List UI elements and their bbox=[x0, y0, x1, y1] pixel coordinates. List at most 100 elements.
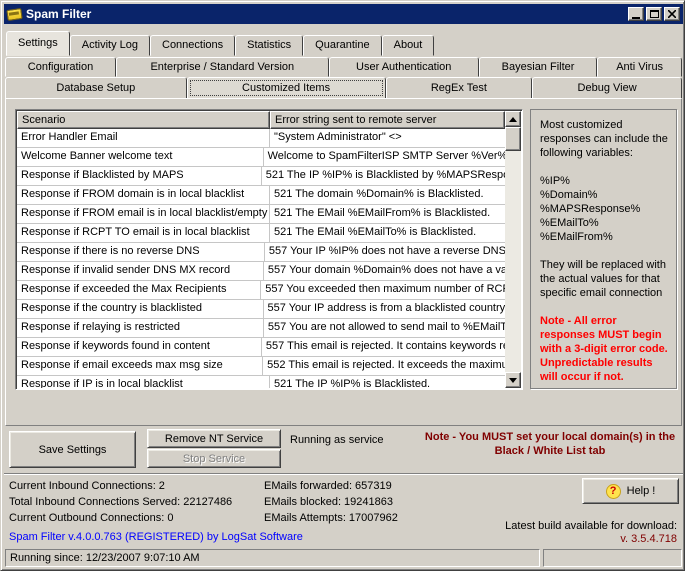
question-mark-icon: ? bbox=[606, 484, 621, 499]
cell-scenario: Response if Blacklisted by MAPS bbox=[17, 167, 262, 185]
statusbar-running-since: Running since: 12/23/2007 9:07:10 AM bbox=[5, 549, 540, 567]
tab-configuration[interactable]: Configuration bbox=[5, 57, 116, 77]
cell-response: 557 Your IP %IP% does not have a reverse… bbox=[265, 243, 505, 261]
settings-tab-bar-row1: Configuration Enterprise / Standard Vers… bbox=[5, 57, 682, 77]
table-row[interactable]: Response if email exceeds max msg size55… bbox=[17, 357, 505, 376]
window-title: Spam Filter bbox=[26, 7, 91, 21]
latest-build-label: Latest build available for download: bbox=[505, 520, 677, 532]
stat-value: 657319 bbox=[355, 480, 392, 492]
table-row[interactable]: Response if FROM email is in local black… bbox=[17, 205, 505, 224]
cell-response: 552 This email is rejected. It exceeds t… bbox=[263, 357, 505, 375]
cell-response: 557 This email is rejected. It contains … bbox=[262, 338, 505, 356]
stop-service-button[interactable]: Stop Service bbox=[147, 449, 281, 468]
stat-value: 0 bbox=[167, 512, 173, 524]
table-row[interactable]: Welcome Banner welcome textWelcome to Sp… bbox=[17, 148, 505, 167]
cell-response: 521 The EMail %EMailTo% is Blacklisted. bbox=[270, 224, 505, 242]
statusbar-empty-panel bbox=[543, 549, 682, 567]
tab-connections[interactable]: Connections bbox=[150, 35, 235, 56]
cell-response: 557 Your domain %Domain% does not have a… bbox=[264, 262, 505, 280]
scroll-thumb[interactable] bbox=[505, 127, 521, 151]
tab-customized-items[interactable]: Customized Items bbox=[187, 77, 386, 99]
table-row[interactable]: Response if relaying is restricted557 Yo… bbox=[17, 319, 505, 338]
tab-database-setup[interactable]: Database Setup bbox=[5, 77, 187, 99]
scroll-down-button[interactable] bbox=[505, 372, 521, 388]
cell-scenario: Response if IP is in local blacklist bbox=[17, 376, 270, 388]
cell-response: Welcome to SpamFilterISP SMTP Server %Ve… bbox=[264, 148, 505, 166]
table-row[interactable]: Error Handler Email"System Administrator… bbox=[17, 129, 505, 148]
tab-user-authentication[interactable]: User Authentication bbox=[329, 57, 479, 77]
tab-regex-test[interactable]: RegEx Test bbox=[386, 77, 533, 99]
stat-value: 2 bbox=[159, 480, 165, 492]
app-version-link[interactable]: Spam Filter v.4.0.0.763 (REGISTERED) by … bbox=[9, 531, 303, 543]
table-row[interactable]: Response if exceeded the Max Recipients5… bbox=[17, 281, 505, 300]
tab-enterprise-standard-version[interactable]: Enterprise / Standard Version bbox=[116, 57, 329, 77]
stat-emails-attempts: EMails Attempts:17007962 bbox=[264, 512, 398, 524]
table-row[interactable]: Response if IP is in local blacklist521 … bbox=[17, 376, 505, 388]
maximize-button[interactable] bbox=[646, 7, 662, 21]
table-row[interactable]: Response if RCPT TO email is in local bl… bbox=[17, 224, 505, 243]
table-row[interactable]: Response if keywords found in content557… bbox=[17, 338, 505, 357]
variable-mapsresponse: %MAPSResponse% bbox=[540, 202, 670, 216]
variables-info-panel: Most customized responses can include th… bbox=[530, 109, 677, 389]
tab-quarantine[interactable]: Quarantine bbox=[303, 35, 381, 56]
local-domain-note: Note - You MUST set your local domain(s)… bbox=[421, 430, 679, 458]
stat-label: EMails blocked: bbox=[264, 496, 341, 508]
help-button[interactable]: ? Help ! bbox=[582, 478, 679, 504]
minimize-button[interactable] bbox=[628, 7, 644, 21]
cell-scenario: Response if relaying is restricted bbox=[17, 319, 264, 337]
cell-response: 521 The EMail %EMailFrom% is Blacklisted… bbox=[270, 205, 505, 223]
cell-response: "System Administrator" <> bbox=[270, 129, 505, 147]
vertical-scrollbar[interactable] bbox=[505, 111, 521, 388]
table-row[interactable]: Response if Blacklisted by MAPS521 The I… bbox=[17, 167, 505, 186]
cell-response: 521 The IP %IP% is Blacklisted. bbox=[270, 376, 505, 388]
tab-activity-log[interactable]: Activity Log bbox=[70, 35, 150, 56]
cell-response: 557 You exceeded then maximum number of … bbox=[261, 281, 505, 299]
cell-scenario: Response if RCPT TO email is in local bl… bbox=[17, 224, 270, 242]
tab-statistics[interactable]: Statistics bbox=[235, 35, 303, 56]
tab-settings[interactable]: Settings bbox=[6, 31, 70, 56]
scroll-down-icon bbox=[509, 378, 517, 383]
settings-tab-bar-row2: Database Setup Customized Items RegEx Te… bbox=[5, 77, 682, 99]
scroll-up-icon bbox=[509, 117, 517, 122]
close-button[interactable] bbox=[664, 7, 680, 21]
scroll-track[interactable] bbox=[505, 127, 521, 372]
variable-emailfrom: %EMailFrom% bbox=[540, 230, 670, 244]
save-settings-button[interactable]: Save Settings bbox=[9, 431, 136, 468]
column-header-error-string[interactable]: Error string sent to remote server bbox=[270, 111, 505, 129]
maximize-icon bbox=[650, 10, 659, 18]
help-label: Help ! bbox=[627, 485, 656, 497]
stat-label: EMails Attempts: bbox=[264, 512, 346, 524]
cell-scenario: Response if the country is blacklisted bbox=[17, 300, 264, 318]
cell-scenario: Response if invalid sender DNS MX record bbox=[17, 262, 264, 280]
cell-scenario: Response if there is no reverse DNS bbox=[17, 243, 265, 261]
cell-response: 521 The domain %Domain% is Blacklisted. bbox=[270, 186, 505, 204]
main-tab-bar: Settings Activity Log Connections Statis… bbox=[6, 29, 434, 56]
variable-emailto: %EMailTo% bbox=[540, 216, 670, 230]
stat-label: Current Inbound Connections: bbox=[9, 480, 156, 492]
spam-can-icon bbox=[6, 8, 22, 21]
title-bar[interactable]: Spam Filter bbox=[4, 4, 683, 24]
table-row[interactable]: Response if the country is blacklisted55… bbox=[17, 300, 505, 319]
table-header: Scenario Error string sent to remote ser… bbox=[17, 111, 505, 129]
close-icon bbox=[668, 10, 676, 18]
tab-bayesian-filter[interactable]: Bayesian Filter bbox=[479, 57, 597, 77]
tab-debug-view[interactable]: Debug View bbox=[532, 77, 682, 99]
column-header-scenario[interactable]: Scenario bbox=[17, 111, 270, 129]
table-row[interactable]: Response if FROM domain is in local blac… bbox=[17, 186, 505, 205]
cell-scenario: Response if FROM domain is in local blac… bbox=[17, 186, 270, 204]
tab-anti-virus[interactable]: Anti Virus bbox=[597, 57, 682, 77]
cell-scenario: Welcome Banner welcome text bbox=[17, 148, 264, 166]
cell-scenario: Response if email exceeds max msg size bbox=[17, 357, 263, 375]
stat-total-inbound: Total Inbound Connections Served:2212748… bbox=[9, 496, 232, 508]
divider bbox=[4, 473, 683, 475]
scroll-up-button[interactable] bbox=[505, 111, 521, 127]
tab-about[interactable]: About bbox=[382, 35, 435, 56]
table-row[interactable]: Response if there is no reverse DNS557 Y… bbox=[17, 243, 505, 262]
remove-nt-service-button[interactable]: Remove NT Service bbox=[147, 429, 281, 448]
stat-emails-blocked: EMails blocked:19241863 bbox=[264, 496, 393, 508]
table-row[interactable]: Response if invalid sender DNS MX record… bbox=[17, 262, 505, 281]
stat-value: 19241863 bbox=[344, 496, 393, 508]
stat-label: EMails forwarded: bbox=[264, 480, 352, 492]
info-intro: Most customized responses can include th… bbox=[540, 118, 670, 160]
spam-filter-window: Spam Filter Settings Activity Log Connec… bbox=[0, 0, 685, 571]
